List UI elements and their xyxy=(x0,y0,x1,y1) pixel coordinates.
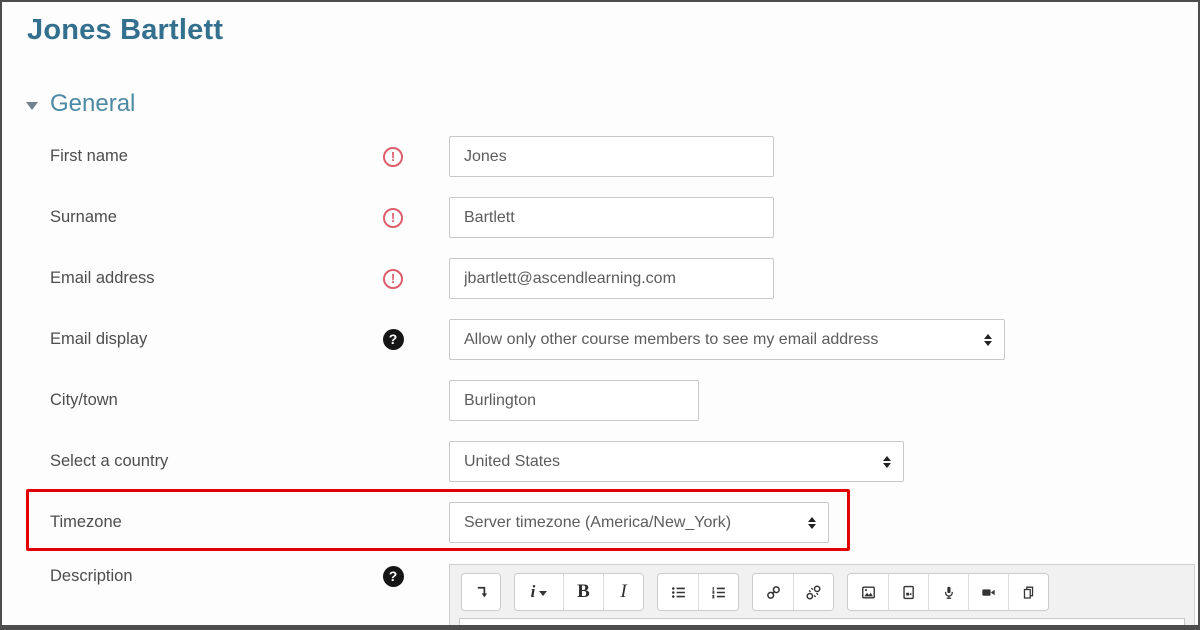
toggle-arrow-icon xyxy=(473,584,490,601)
styles-i-glyph: i xyxy=(531,582,536,602)
page-title: Jones Bartlett xyxy=(27,14,223,47)
italic-glyph: I xyxy=(620,581,626,603)
email-display-select[interactable]: Allow only other course members to see m… xyxy=(449,319,1005,360)
link-button[interactable] xyxy=(753,574,793,610)
insert-media-button[interactable] xyxy=(888,574,928,610)
city-label: City/town xyxy=(50,380,350,421)
first-name-label: First name xyxy=(50,136,350,177)
dropdown-caret-icon xyxy=(539,591,547,596)
insert-image-button[interactable] xyxy=(848,574,888,610)
description-label: Description xyxy=(50,562,350,590)
link-icon xyxy=(765,584,782,601)
collapse-caret-icon xyxy=(26,102,38,110)
unlink-button[interactable] xyxy=(793,574,833,610)
image-icon xyxy=(860,584,877,601)
unordered-list-button[interactable] xyxy=(658,574,698,610)
form-row-country: Select a country United States xyxy=(2,441,1200,482)
help-icon[interactable]: ? xyxy=(383,329,404,350)
timezone-select-value: Server timezone (America/New_York) xyxy=(464,514,731,532)
country-label: Select a country xyxy=(50,441,350,482)
bullet-list-icon xyxy=(670,584,687,601)
email-address-label: Email address xyxy=(50,258,350,299)
editor-toolbar: i B I xyxy=(450,565,1194,611)
form-row-surname: Surname ! xyxy=(2,197,1200,238)
required-icon: ! xyxy=(383,208,403,228)
ordered-list-button[interactable] xyxy=(698,574,738,610)
surname-label: Surname xyxy=(50,197,350,238)
description-editor: i B I xyxy=(449,564,1195,630)
select-arrows-icon xyxy=(984,334,992,346)
microphone-icon xyxy=(940,584,957,601)
timezone-select[interactable]: Server timezone (America/New_York) xyxy=(449,502,829,543)
form-row-city: City/town xyxy=(2,380,1200,421)
record-audio-button[interactable] xyxy=(928,574,968,610)
bold-button[interactable]: B xyxy=(563,574,603,610)
numbered-list-icon xyxy=(710,584,727,601)
manage-files-icon xyxy=(1020,584,1037,601)
required-icon: ! xyxy=(383,147,403,167)
help-icon[interactable]: ? xyxy=(383,566,404,587)
select-arrows-icon xyxy=(883,456,891,468)
form-row-first-name: First name ! xyxy=(2,136,1200,177)
manage-files-button[interactable] xyxy=(1008,574,1048,610)
record-video-button[interactable] xyxy=(968,574,1008,610)
toolbar-toggle-button[interactable] xyxy=(462,574,500,610)
unlink-icon xyxy=(805,584,822,601)
paragraph-styles-button[interactable]: i xyxy=(515,574,563,610)
required-icon: ! xyxy=(383,269,403,289)
bold-glyph: B xyxy=(577,581,590,603)
form-row-timezone: Timezone Server timezone (America/New_Yo… xyxy=(2,502,1200,543)
form-row-email-address: Email address ! xyxy=(2,258,1200,299)
first-name-input[interactable] xyxy=(449,136,774,177)
section-title: General xyxy=(50,90,135,118)
video-camera-icon xyxy=(980,584,997,601)
media-file-icon xyxy=(900,584,917,601)
country-select-value: United States xyxy=(464,453,560,471)
country-select[interactable]: United States xyxy=(449,441,904,482)
email-address-input[interactable] xyxy=(449,258,774,299)
form-row-description: Description ? xyxy=(2,562,442,590)
form-row-email-display: Email display ? Allow only other course … xyxy=(2,319,1200,360)
profile-edit-page: Jones Bartlett General First name ! Surn… xyxy=(0,0,1200,630)
city-input[interactable] xyxy=(449,380,699,421)
italic-button[interactable]: I xyxy=(603,574,643,610)
description-text-area[interactable] xyxy=(459,618,1185,630)
section-header-general[interactable]: General xyxy=(26,90,135,118)
select-arrows-icon xyxy=(808,517,816,529)
email-display-select-value: Allow only other course members to see m… xyxy=(464,331,878,349)
surname-input[interactable] xyxy=(449,197,774,238)
timezone-label: Timezone xyxy=(50,502,350,543)
email-display-label: Email display xyxy=(50,319,350,360)
